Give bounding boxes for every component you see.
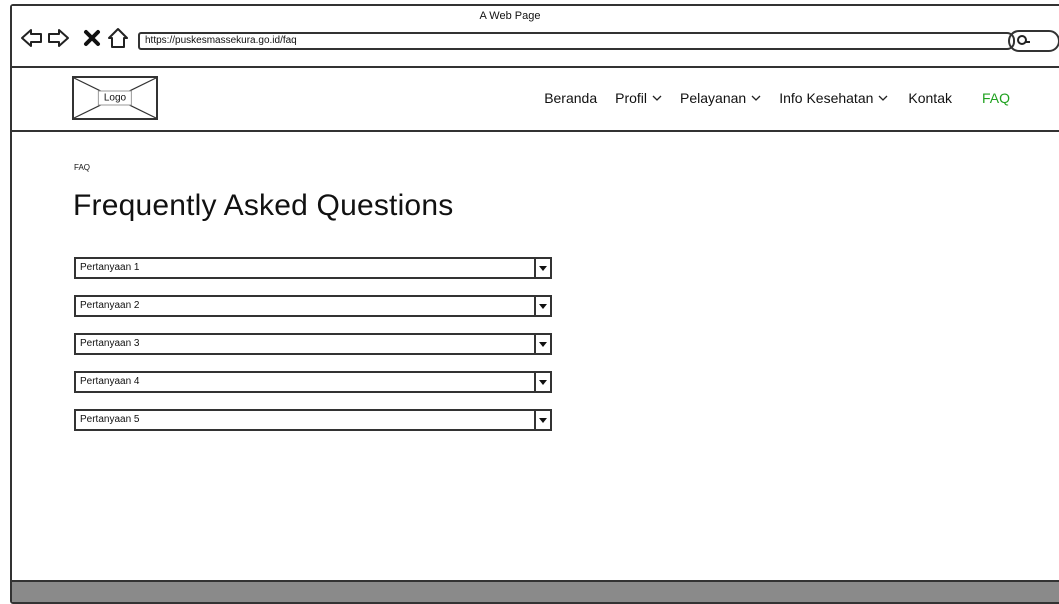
page-title: Frequently Asked Questions [73, 189, 454, 222]
back-arrow-icon[interactable] [20, 26, 44, 50]
search-icon [1017, 35, 1030, 45]
menu-item-label: Pelayanan [680, 90, 747, 106]
dropdown-arrow-icon[interactable] [534, 373, 550, 391]
status-bar [12, 580, 1059, 602]
forward-arrow-icon[interactable] [46, 26, 70, 50]
menu-item-beranda[interactable]: Beranda [544, 90, 597, 106]
faq-item[interactable]: Pertanyaan 1 [74, 257, 552, 279]
dropdown-arrow-icon[interactable] [534, 259, 550, 277]
menu-item-label: Info Kesehatan [779, 90, 874, 106]
site-header: Logo Beranda Profil Pelayanan Info Keseh… [12, 68, 1059, 132]
logo[interactable]: Logo [72, 76, 158, 120]
faq-item[interactable]: Pertanyaan 5 [74, 409, 552, 431]
chevron-down-icon [751, 95, 761, 101]
menu-item-label: Kontak [908, 90, 952, 106]
menu-item-label: FAQ [981, 90, 1010, 106]
chevron-down-icon [652, 95, 662, 101]
window-title: A Web Page [479, 10, 541, 22]
menu-item-label: Profil [615, 90, 648, 106]
faq-question: Pertanyaan 3 [80, 338, 140, 349]
faq-item[interactable]: Pertanyaan 3 [74, 333, 552, 355]
dropdown-arrow-icon[interactable] [534, 335, 550, 353]
faq-question: Pertanyaan 2 [80, 300, 140, 311]
logo-label: Logo [97, 90, 133, 106]
menu-item-label: Beranda [544, 90, 598, 106]
faq-question: Pertanyaan 5 [80, 414, 140, 425]
faq-item[interactable]: Pertanyaan 2 [74, 295, 552, 317]
faq-question: Pertanyaan 4 [80, 376, 140, 387]
dropdown-arrow-icon[interactable] [534, 297, 550, 315]
main-menu: Beranda Profil Pelayanan Info Kesehatan … [526, 90, 1010, 106]
home-icon[interactable] [106, 26, 130, 50]
address-bar[interactable]: https://puskesmassekura.go.id/faq [138, 32, 1015, 50]
menu-item-pelayanan[interactable]: Pelayanan [680, 90, 761, 106]
menu-item-faq[interactable]: FAQ [982, 90, 1010, 106]
menu-item-kontak[interactable]: Kontak [908, 90, 952, 106]
faq-item[interactable]: Pertanyaan 4 [74, 371, 552, 393]
search-button[interactable] [1008, 30, 1059, 52]
menu-item-profil[interactable]: Profil [615, 90, 662, 106]
browser-chrome: A Web Page https://puskesmassekura.go.id… [12, 6, 1059, 68]
dropdown-arrow-icon[interactable] [534, 411, 550, 429]
breadcrumb: FAQ [74, 163, 91, 172]
faq-question: Pertanyaan 1 [80, 262, 140, 273]
menu-item-info-kesehatan[interactable]: Info Kesehatan [779, 90, 888, 106]
faq-list: Pertanyaan 1 Pertanyaan 2 Pertanyaan 3 P… [74, 257, 552, 447]
chevron-down-icon [878, 95, 888, 101]
browser-window: A Web Page https://puskesmassekura.go.id… [10, 4, 1059, 604]
close-x-icon[interactable] [80, 26, 104, 50]
